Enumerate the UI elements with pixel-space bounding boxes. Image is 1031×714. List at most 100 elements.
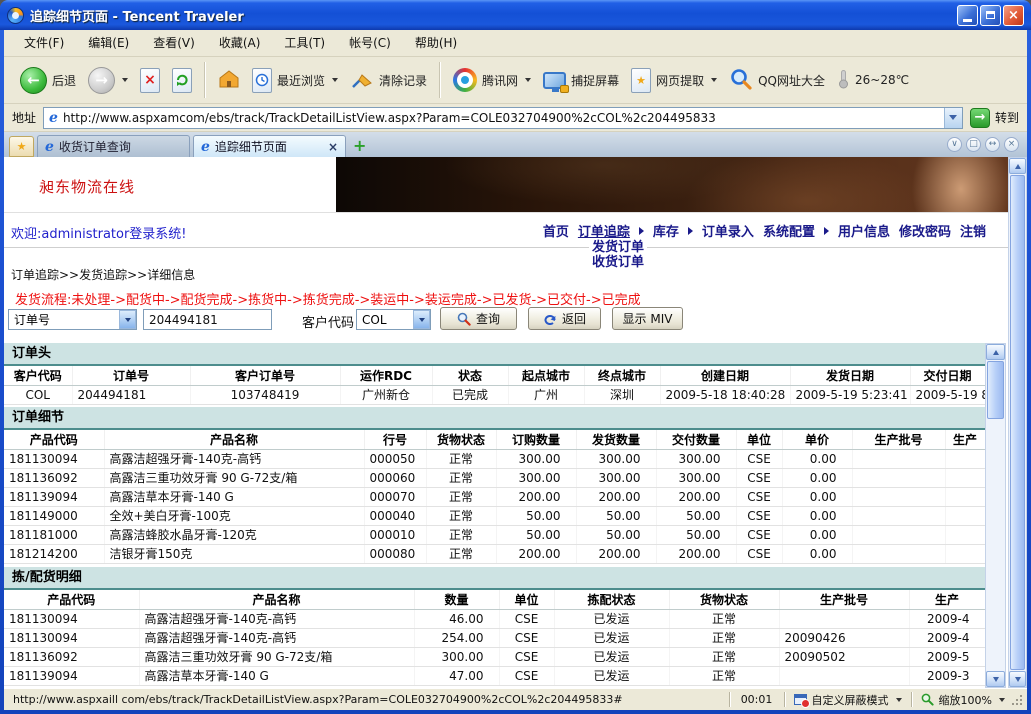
menu-bar: 文件(F)编辑(E)查看(V)收藏(A)工具(T)帐号(C)帮助(H) xyxy=(4,30,1027,57)
column-header: 状态 xyxy=(432,365,508,385)
order-type-select[interactable]: 订单号 xyxy=(8,309,137,330)
table-cell: 200.00 xyxy=(656,544,736,563)
tab-restore-button[interactable]: □ xyxy=(966,137,981,152)
web-extract-button[interactable]: ★ 网页提取 xyxy=(625,65,723,96)
table-cell: 181139094 xyxy=(4,487,104,506)
scroll-up-button[interactable] xyxy=(986,344,1005,360)
select-arrow-button[interactable] xyxy=(413,310,430,329)
table-cell xyxy=(945,487,985,506)
scrollbar-thumb[interactable] xyxy=(1010,175,1025,670)
tab-close-icon[interactable]: × xyxy=(328,141,338,153)
capture-screen-button[interactable]: 捕捉屏幕 xyxy=(537,69,625,92)
table-cell xyxy=(852,525,945,544)
menu-item[interactable]: 帮助(H) xyxy=(403,30,469,56)
table-row: 181139094高露洁草本牙膏-140 G000070正常200.00200.… xyxy=(4,487,985,506)
block-mode-button[interactable]: 自定义屏蔽模式 xyxy=(789,692,907,708)
zoom-label: 缩放100% xyxy=(939,692,992,708)
close-button[interactable]: × xyxy=(1003,5,1024,26)
nav-sub-item[interactable]: 发货订单 xyxy=(592,240,644,255)
tab-track-detail[interactable]: e 追踪细节页面 × xyxy=(193,135,346,157)
show-miv-button[interactable]: 显示 MIV xyxy=(612,307,683,330)
scroll-down-button[interactable] xyxy=(986,671,1005,687)
tencent-traveler-icon xyxy=(7,7,24,24)
nav-item[interactable]: 库存 xyxy=(653,221,679,240)
table-cell: 103748419 xyxy=(190,385,340,404)
status-separator xyxy=(911,692,912,707)
menu-item[interactable]: 编辑(E) xyxy=(76,30,141,56)
tab-expand-button[interactable]: ↔ xyxy=(985,137,1000,152)
nav-arrow-icon xyxy=(639,227,644,235)
table-cell: 000070 xyxy=(364,487,426,506)
table-cell: 已发运 xyxy=(554,628,669,647)
nav-item[interactable]: 用户信息 xyxy=(838,221,890,240)
menu-item[interactable]: 帐号(C) xyxy=(337,30,403,56)
zoom-magnifier-icon xyxy=(921,693,934,706)
column-header: 生产 xyxy=(909,589,985,609)
go-label: 转到 xyxy=(995,109,1019,126)
scrollbar-thumb[interactable] xyxy=(987,361,1004,419)
nav-item[interactable]: 系统配置 xyxy=(763,221,815,240)
forward-button[interactable]: → xyxy=(82,64,134,97)
order-number-input[interactable] xyxy=(143,309,272,330)
section-title: 拣/配货明细 xyxy=(4,567,985,588)
star-icon: ★ xyxy=(17,141,27,152)
recent-browse-button[interactable]: 最近浏览 xyxy=(246,65,344,96)
table-cell: 2009-5-19 8 xyxy=(910,385,985,404)
section-title: 订单细节 xyxy=(4,407,985,428)
return-button[interactable]: 返回 xyxy=(528,307,601,330)
qq-sites-button[interactable]: QQ网址大全 xyxy=(723,64,831,97)
banner-photo xyxy=(336,157,1008,212)
nav-item[interactable]: 首页 xyxy=(543,221,569,240)
address-dropdown-button[interactable] xyxy=(944,108,962,128)
weather-widget[interactable]: 26~28℃ xyxy=(831,66,915,95)
table-cell: 高露洁三重功效牙膏 90 G-72支/箱 xyxy=(139,647,414,666)
menu-item[interactable]: 文件(F) xyxy=(12,30,76,56)
go-button[interactable]: → 转到 xyxy=(970,108,1019,128)
resize-grip[interactable] xyxy=(1012,693,1024,707)
block-mode-icon xyxy=(794,694,807,705)
page-content: 昶东物流在线 欢迎:administrator登录系统! 首页订单追踪库存订单录… xyxy=(4,157,1008,688)
table-cell: 200.00 xyxy=(576,544,656,563)
nav-item[interactable]: 注销 xyxy=(960,221,986,240)
scroll-up-button[interactable] xyxy=(1009,158,1026,174)
zoom-control[interactable]: 缩放100% xyxy=(916,692,1010,708)
tencent-web-button[interactable]: 腾讯网 xyxy=(447,65,537,95)
menu-item[interactable]: 收藏(A) xyxy=(207,30,273,56)
home-button[interactable] xyxy=(212,66,246,95)
chevron-up-icon xyxy=(993,350,999,355)
nav-item[interactable]: 订单录入 xyxy=(702,221,754,240)
chevron-down-icon xyxy=(525,78,531,82)
table-cell: 2009-3 xyxy=(909,666,985,685)
tab-strip-close-button[interactable]: × xyxy=(1004,137,1019,152)
refresh-button[interactable] xyxy=(166,65,198,96)
browser-scrollbar[interactable] xyxy=(1008,157,1027,688)
clear-records-button[interactable]: 清除记录 xyxy=(344,65,433,96)
sub-nav: 发货订单收货订单 xyxy=(589,240,647,270)
tab-label: 追踪细节页面 xyxy=(215,138,287,155)
shipping-flow-text: 发货流程:未处理->配货中->配货完成->拣货中->拣货完成->装运中->装运完… xyxy=(15,289,641,308)
menu-item[interactable]: 查看(V) xyxy=(141,30,207,56)
column-header: 行号 xyxy=(364,429,426,449)
new-tab-button[interactable]: + xyxy=(353,138,366,154)
status-separator xyxy=(784,692,785,707)
content-scrollbar[interactable] xyxy=(985,343,1006,688)
maximize-button[interactable] xyxy=(980,5,1001,26)
chevron-down-icon xyxy=(711,78,717,82)
tab-receive-order-query[interactable]: e 收货订单查询 xyxy=(37,135,190,157)
query-button[interactable]: 查询 xyxy=(440,307,517,330)
menu-item[interactable]: 工具(T) xyxy=(272,30,337,56)
nav-item[interactable]: 修改密码 xyxy=(899,221,951,240)
table-cell: 已发运 xyxy=(554,609,669,628)
tab-list-button[interactable]: ∨ xyxy=(947,137,962,152)
stop-button[interactable]: × xyxy=(134,65,166,96)
scroll-down-button[interactable] xyxy=(1009,671,1026,687)
minimize-button[interactable] xyxy=(957,5,978,26)
address-input[interactable]: e http://www.aspxamcom/ebs/track/TrackDe… xyxy=(43,107,963,129)
back-button[interactable]: ← 后退 xyxy=(14,64,82,97)
nav-item[interactable]: 订单追踪 xyxy=(578,221,630,240)
table-cell: 高露洁超强牙膏-140克-高钙 xyxy=(139,609,414,628)
nav-sub-item[interactable]: 收货订单 xyxy=(592,255,644,270)
favorites-button[interactable]: ★ xyxy=(9,136,34,157)
select-arrow-button[interactable] xyxy=(119,310,136,329)
customer-code-select[interactable]: COL xyxy=(356,309,431,330)
